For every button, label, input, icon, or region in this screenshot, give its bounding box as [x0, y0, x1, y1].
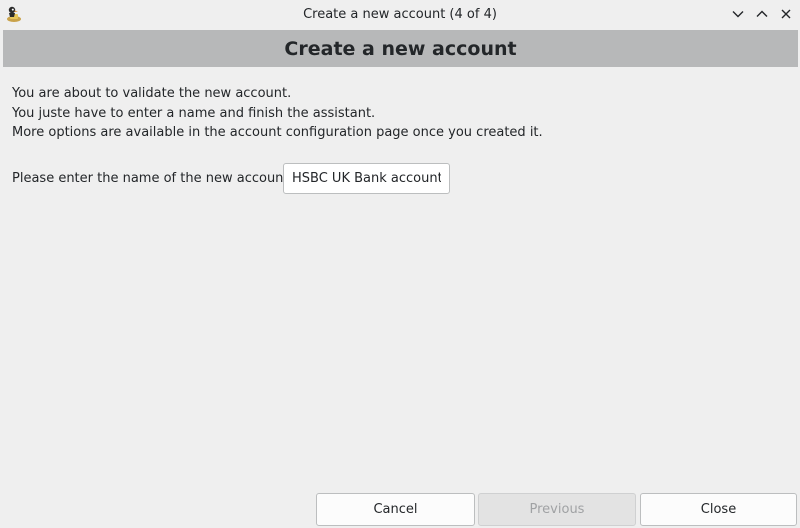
page-title: Create a new account	[284, 37, 517, 60]
title-bar[interactable]: Create a new account (4 of 4)	[0, 0, 800, 29]
previous-button-label: Previous	[529, 502, 585, 517]
intro-line: You are about to validate the new accoun…	[12, 86, 292, 101]
assistant-window: Create a new account (4 of 4) Create a n…	[0, 0, 800, 528]
intro-line: More options are available in the accoun…	[12, 125, 543, 140]
cancel-button-label: Cancel	[373, 502, 418, 517]
chevron-up-icon[interactable]	[754, 6, 770, 22]
close-button[interactable]: Close	[640, 493, 797, 526]
window-title: Create a new account (4 of 4)	[303, 7, 497, 22]
chevron-down-icon[interactable]	[730, 6, 746, 22]
close-button-label: Close	[700, 502, 737, 517]
intro-text: You are about to validate the new accoun…	[12, 84, 543, 143]
cancel-button[interactable]: Cancel	[316, 493, 475, 526]
account-name-input[interactable]	[283, 163, 450, 194]
close-icon[interactable]	[778, 6, 794, 22]
page-banner: Create a new account	[3, 30, 798, 67]
intro-line: You juste have to enter a name and finis…	[12, 105, 376, 121]
previous-button: Previous	[478, 493, 636, 526]
account-name-label: Please enter the name of the new account…	[12, 171, 293, 186]
